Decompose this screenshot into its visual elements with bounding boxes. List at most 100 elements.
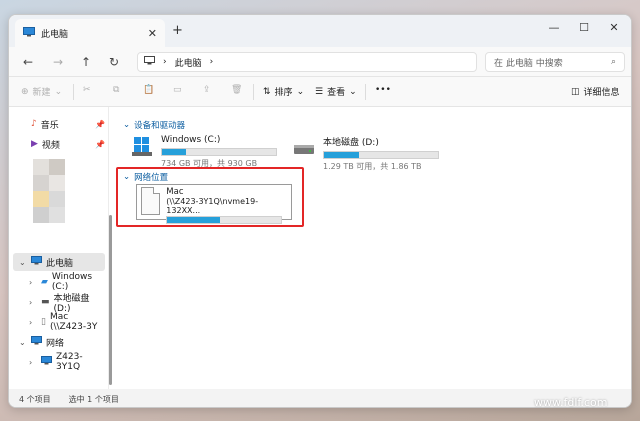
blurred-item (33, 175, 49, 191)
refresh-icon[interactable]: ↻ (109, 55, 119, 69)
search-icon: ⌕ (610, 57, 616, 67)
up-arrow-icon[interactable]: ↑ (81, 55, 91, 69)
network-icon (31, 336, 42, 348)
sidebar-item-drive-d[interactable]: › ▬ 本地磁盘 (D:) (13, 293, 105, 314)
tab-close-icon[interactable]: ✕ (148, 27, 157, 40)
search-placeholder: 在 此电脑 中搜索 (494, 58, 563, 69)
network-drive-icon (141, 187, 161, 215)
path-box[interactable]: › 此电脑 › (137, 52, 477, 72)
navigation-pane: ♪ 音乐 📌 ▶ 视频 📌 ⌄ 此电脑 › ▰ Windows (C:) › ▬… (9, 107, 109, 389)
view-button[interactable]: ☰ 查看 ⌄ (315, 85, 357, 99)
drive-d-usage-fill (324, 152, 360, 158)
minimize-button[interactable]: — (539, 21, 569, 34)
monitor-icon (144, 56, 155, 68)
sort-icon: ⇅ (263, 86, 271, 97)
chevron-down-icon: ⌄ (54, 86, 63, 97)
sidebar-scrollbar[interactable] (109, 215, 112, 385)
blurred-item (33, 191, 49, 207)
chevron-down-icon: ⌄ (296, 86, 305, 97)
path-chevron[interactable]: › (210, 57, 214, 67)
sidebar-item-videos[interactable]: ▶ 视频 📌 (13, 135, 105, 153)
close-button[interactable]: ✕ (599, 21, 629, 34)
blurred-item (49, 191, 65, 207)
selected-count: 选中 1 个项目 (68, 394, 119, 404)
hard-drive-icon: ▬ (41, 297, 50, 307)
item-count: 4 个项目 (19, 394, 51, 404)
forward-arrow-icon[interactable]: → (53, 55, 63, 69)
network-location-path: (\\Z423-3Y1Q\nvme19-132XX... (166, 197, 259, 215)
toolbar-divider (73, 84, 74, 100)
sidebar-item-music[interactable]: ♪ 音乐 📌 (13, 115, 105, 133)
tab-title: 此电脑 (41, 29, 69, 40)
title-bar: 此电脑 ✕ + — ☐ ✕ (9, 15, 631, 47)
chevron-down-icon: ⌄ (349, 86, 357, 97)
windows-drive-icon: ▰ (41, 277, 48, 287)
new-tab-button[interactable]: + (172, 23, 183, 38)
details-pane-icon: ◫ (571, 86, 580, 97)
toolbar-divider (365, 84, 366, 100)
network-drive-icon: ▯ (41, 317, 46, 327)
chevron-down-icon[interactable]: ⌄ (19, 338, 26, 347)
chevron-down-icon[interactable]: ⌄ (19, 258, 26, 267)
chevron-right-icon[interactable]: › (29, 358, 32, 367)
delete-icon[interactable]: 🗑 (231, 85, 242, 95)
new-button[interactable]: ⊕ 新建 ⌄ (21, 85, 63, 99)
back-arrow-icon[interactable]: ← (23, 55, 33, 69)
blurred-item (33, 207, 49, 223)
drive-c-tile[interactable]: Windows (C:) 734 GB 可用，共 930 GB (131, 135, 277, 169)
blurred-item (49, 175, 65, 191)
drive-d-tile[interactable]: 本地磁盘 (D:) 1.29 TB 可用，共 1.86 TB (293, 135, 439, 172)
hard-drive-icon (293, 135, 315, 157)
tab-this-pc[interactable]: 此电脑 ✕ (15, 19, 165, 47)
plus-circle-icon: ⊕ (21, 86, 29, 97)
drive-c-name: Windows (C:) (161, 135, 221, 145)
devices-section-header[interactable]: ⌄ 设备和驱动器 (123, 119, 185, 131)
drive-c-usage-fill (162, 149, 186, 155)
chevron-right-icon[interactable]: › (29, 278, 32, 287)
drive-d-info: 1.29 TB 可用，共 1.86 TB (323, 162, 422, 171)
sidebar-item-network[interactable]: ⌄ 网络 (13, 333, 105, 351)
rename-icon[interactable]: ▭ (173, 85, 182, 95)
network-location-usage-bar (166, 216, 283, 224)
computer-icon (41, 356, 52, 368)
monitor-icon (31, 256, 42, 268)
more-options-button[interactable]: ••• (375, 85, 391, 95)
command-bar: ⊕ 新建 ⌄ ✂ ⧉ 📋 ▭ ⇪ 🗑 ⇅ 排序 ⌄ ☰ 查看 ⌄ ••• ◫ 详… (9, 77, 631, 107)
sidebar-item-network-host[interactable]: › Z423-3Y1Q (13, 352, 105, 372)
paste-icon[interactable]: 📋 (143, 85, 154, 95)
view-icon: ☰ (315, 86, 324, 97)
sidebar-item-mac-share[interactable]: › ▯ Mac (\\Z423-3Y (13, 312, 105, 332)
blurred-item (49, 159, 65, 175)
windows-drive-icon (131, 135, 153, 157)
video-icon: ▶ (31, 139, 38, 149)
network-location-name: Mac (166, 187, 184, 197)
details-pane-button[interactable]: ◫ 详细信息 (571, 85, 620, 99)
toolbar-divider (253, 84, 254, 100)
breadcrumb-this-pc[interactable]: 此电脑 (175, 56, 202, 69)
music-icon: ♪ (31, 119, 37, 129)
sidebar-item-this-pc[interactable]: ⌄ 此电脑 (13, 253, 105, 271)
chevron-right-icon[interactable]: › (29, 298, 32, 307)
share-icon[interactable]: ⇪ (203, 85, 211, 95)
content-pane: ⌄ 设备和驱动器 Windows (C:) 734 GB 可用，共 930 GB (113, 107, 631, 389)
copy-icon[interactable]: ⧉ (113, 85, 119, 95)
drive-d-usage-bar (323, 151, 439, 159)
monitor-icon (23, 26, 35, 40)
network-location-usage-fill (167, 217, 220, 223)
drive-c-usage-bar (161, 148, 277, 156)
file-explorer-window: 此电脑 ✕ + — ☐ ✕ ← → ↑ ↻ › 此电脑 › 在 此电脑 中搜索 … (8, 14, 632, 408)
address-bar: ← → ↑ ↻ › 此电脑 › 在 此电脑 中搜索 ⌕ (9, 47, 631, 77)
blurred-item (49, 207, 65, 223)
maximize-button[interactable]: ☐ (569, 21, 599, 34)
network-location-tile[interactable]: Mac (\\Z423-3Y1Q\nvme19-132XX... (136, 184, 292, 224)
sort-button[interactable]: ⇅ 排序 ⌄ (263, 85, 305, 99)
pin-icon: 📌 (95, 139, 105, 149)
drive-d-name: 本地磁盘 (D:) (323, 138, 379, 148)
blurred-item (33, 159, 49, 175)
chevron-down-icon: ⌄ (123, 120, 131, 130)
cut-icon[interactable]: ✂ (83, 85, 91, 95)
sidebar-item-drive-c[interactable]: › ▰ Windows (C:) (13, 272, 105, 292)
watermark: www.fdlf.com (534, 396, 608, 409)
search-input[interactable]: 在 此电脑 中搜索 ⌕ (485, 52, 625, 72)
chevron-right-icon[interactable]: › (29, 318, 32, 327)
